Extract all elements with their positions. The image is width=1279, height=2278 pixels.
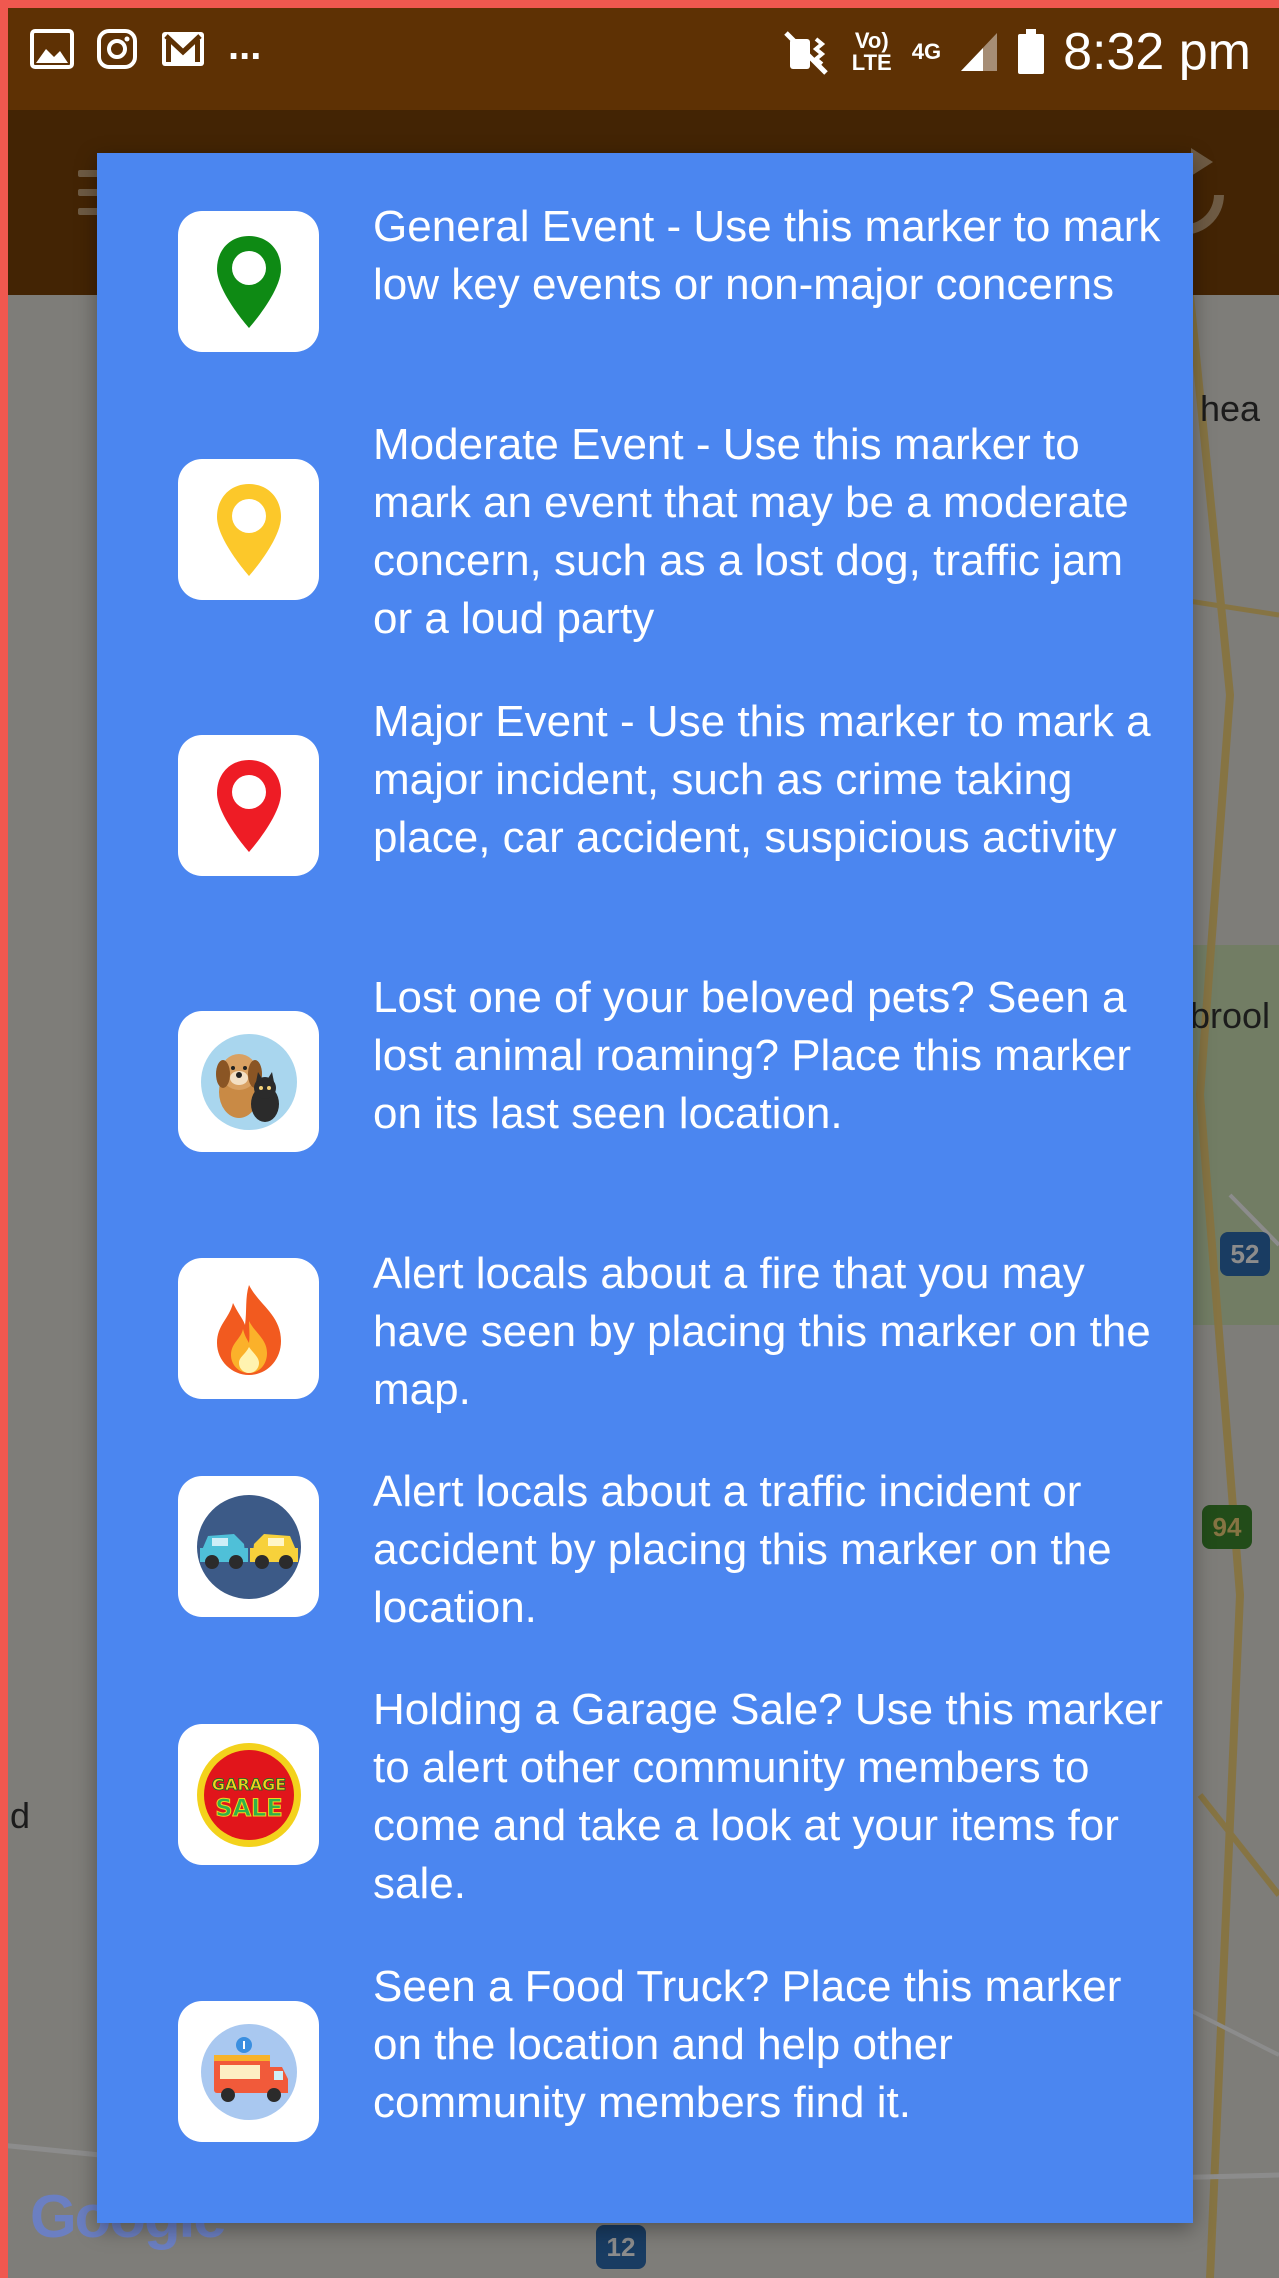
clock: 8:32 pm: [1063, 23, 1251, 81]
vibrate-icon: [783, 31, 828, 75]
garage-sale-icon: GARAGE SALE: [178, 1724, 319, 1865]
marker-description: General Event - Use this marker to mark …: [373, 202, 1161, 309]
instagram-icon: [97, 29, 137, 69]
system-icons: Vo) LTE 4G 8:32 pm: [782, 22, 1251, 82]
yellow-marker-icon: [178, 459, 319, 600]
more-notifications: ...: [228, 24, 262, 68]
device-frame-top: [0, 0, 1279, 8]
device-frame-left: [0, 0, 8, 2278]
food-truck-icon: [178, 2001, 319, 2142]
garage-sale-word1: GARAGE: [211, 1775, 285, 1794]
marker-description: Seen a Food Truck? Place this marker on …: [373, 1962, 1122, 2127]
image-icon: [30, 29, 74, 69]
marker-description: Major Event - Use this marker to mark a …: [373, 697, 1151, 862]
marker-legend-dialog: General Event - Use this marker to mark …: [97, 153, 1193, 2223]
red-marker-icon: [178, 735, 319, 876]
battery-icon: [1018, 29, 1045, 74]
network-type: 4G: [911, 39, 942, 64]
garage-sale-word2: SALE: [215, 1794, 283, 1822]
marker-description: Lost one of your beloved pets? Seen a lo…: [373, 973, 1132, 1138]
marker-description: Alert locals about a traffic incident or…: [373, 1467, 1112, 1632]
volte-indicator: Vo) LTE: [851, 28, 892, 75]
notification-icons: ...: [30, 24, 262, 70]
marker-description: Moderate Event - Use this marker to mark…: [373, 420, 1129, 643]
marker-description: Holding a Garage Sale? Use this marker t…: [373, 1685, 1163, 1908]
marker-description: Alert locals about a fire that you may h…: [373, 1249, 1151, 1414]
traffic-accident-icon: [178, 1476, 319, 1617]
status-bar: ... Vo) LTE 4G 8:32 pm: [0, 0, 1279, 110]
signal-icon: [961, 33, 998, 71]
pets-icon: [178, 1011, 319, 1152]
green-marker-icon: [178, 211, 319, 352]
gmail-icon: [162, 32, 204, 66]
fire-icon: [178, 1258, 319, 1399]
